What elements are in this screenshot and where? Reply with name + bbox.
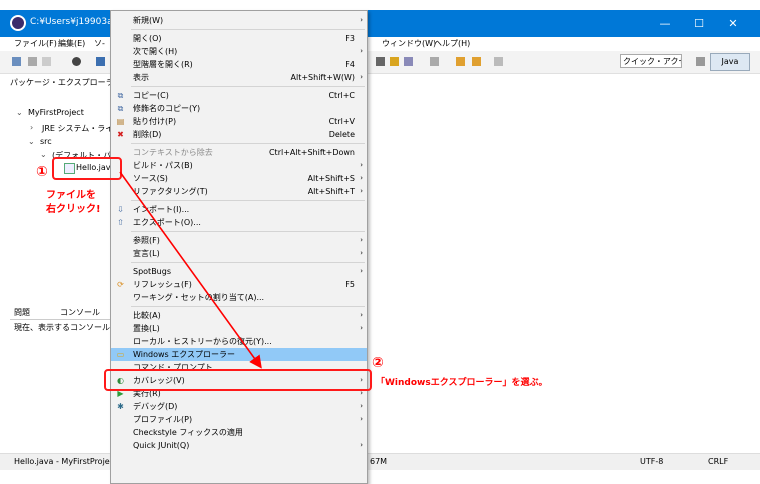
annotation-arrow bbox=[119, 171, 262, 369]
